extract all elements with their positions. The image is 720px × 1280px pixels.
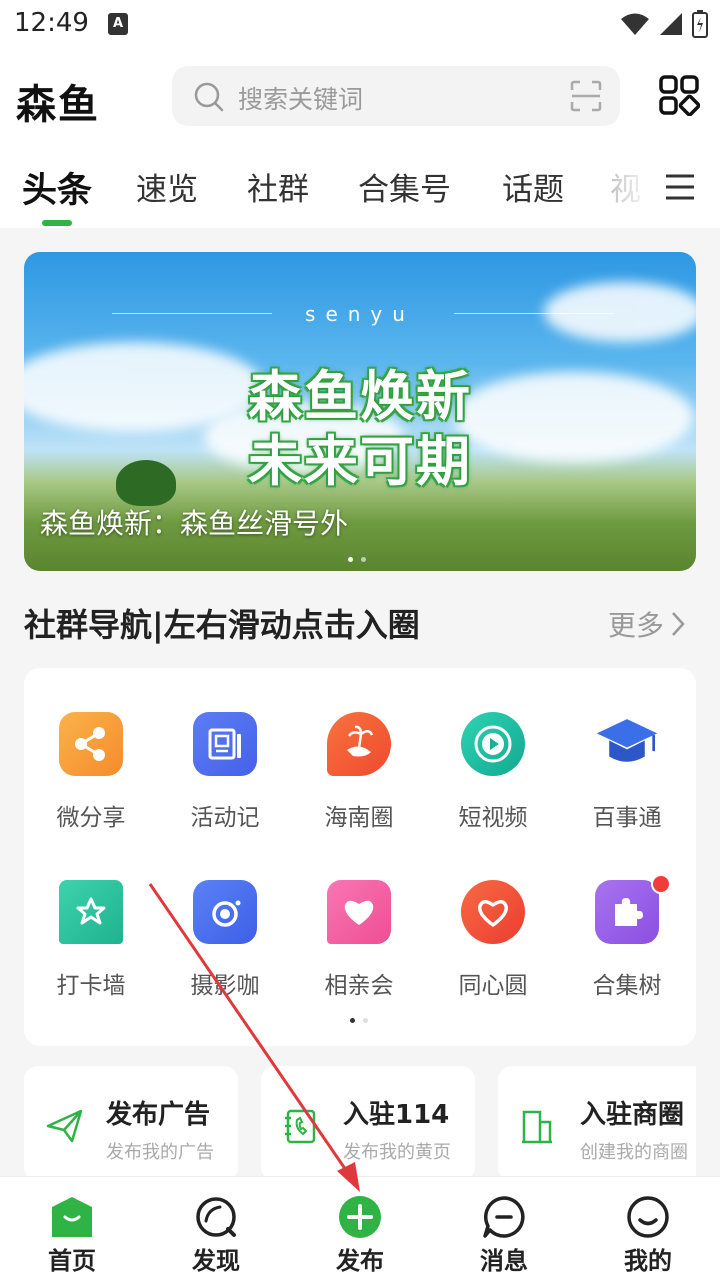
service-card-publish-ad[interactable]: 发布广告 发布我的广告: [24, 1066, 238, 1181]
community-grid: 微分享 活动记 海南圈 短视频 百事通 打卡墙 摄影咖 相亲会 同心圆 合集树: [24, 668, 696, 1046]
nav-profile[interactable]: 我的: [576, 1177, 720, 1280]
status-time: 12:49: [14, 8, 89, 38]
phone-book-icon: [285, 1109, 316, 1144]
pagination-dot: [350, 1018, 355, 1023]
nav-publish[interactable]: 发布: [288, 1177, 432, 1280]
community-label: 微分享: [56, 805, 126, 831]
community-item-checkin[interactable]: 打卡墙: [26, 880, 156, 1000]
tab-topics[interactable]: 话题: [502, 164, 564, 209]
nav-home[interactable]: 首页: [0, 1177, 144, 1280]
notification-dot: [651, 874, 671, 894]
star-bookmark-icon: [59, 880, 123, 944]
community-label: 海南圈: [324, 805, 394, 831]
more-link[interactable]: 更多: [608, 604, 686, 644]
banner-brand: senyu: [305, 302, 415, 326]
tab-quick-view[interactable]: 速览: [136, 164, 198, 209]
community-item-concentric[interactable]: 同心圆: [428, 880, 558, 1000]
search-bar[interactable]: 搜索关键词: [172, 66, 620, 126]
publish-plus-icon: [339, 1196, 381, 1238]
home-icon: [52, 1197, 92, 1237]
tab-community[interactable]: 社群: [247, 164, 309, 209]
banner-caption: 森鱼焕新：森鱼丝滑号外: [40, 507, 349, 540]
heart-circle-icon: [461, 880, 525, 944]
nav-label: 消息: [480, 1247, 528, 1275]
banner-pagination: [348, 557, 366, 562]
status-bar: 12:49 A: [0, 0, 720, 50]
app-header: 森鱼 搜索关键词: [0, 50, 720, 150]
community-label: 相亲会: [324, 973, 394, 999]
pagination-dot: [361, 557, 366, 562]
service-title: 发布广告: [106, 1100, 211, 1130]
community-item-photography[interactable]: 摄影咖: [160, 880, 290, 1000]
community-label: 百事通: [592, 805, 662, 831]
play-icon: [461, 712, 525, 776]
app-logo: 森鱼: [16, 82, 100, 128]
notebook-icon: [193, 712, 257, 776]
community-item-share[interactable]: 微分享: [26, 712, 156, 832]
chevron-right-icon: [672, 612, 685, 636]
tab-fade: [605, 150, 665, 228]
service-subtitle: 发布我的广告: [106, 1142, 214, 1163]
nav-label: 首页: [48, 1247, 96, 1275]
wifi-icon: [621, 13, 649, 35]
service-card-join-business[interactable]: 入驻商圈 创建我的商圈: [498, 1066, 696, 1181]
menu-icon[interactable]: [664, 172, 696, 202]
community-label: 活动记: [190, 805, 260, 831]
tree-illustration: [116, 460, 176, 506]
community-label: 摄影咖: [190, 973, 260, 999]
status-indicators: [620, 10, 708, 38]
service-subtitle: 创建我的商圈: [580, 1142, 688, 1163]
hero-banner[interactable]: senyu 森鱼焕新 未来可期 森鱼焕新：森鱼丝滑号外: [24, 252, 696, 571]
nav-discover[interactable]: 发现: [144, 1177, 288, 1280]
tab-headline[interactable]: 头条: [22, 162, 92, 213]
nav-label: 发现: [192, 1247, 240, 1275]
battery-icon: [692, 10, 708, 38]
camera-icon: [193, 880, 257, 944]
building-icon: [522, 1110, 552, 1144]
share-icon: [59, 712, 123, 776]
service-title: 入驻商圈: [580, 1100, 685, 1130]
tab-collection[interactable]: 合集号: [358, 164, 451, 209]
nav-label: 我的: [624, 1247, 672, 1275]
search-placeholder: 搜索关键词: [238, 85, 364, 114]
section-title: 社群导航|左右滑动点击入圈: [24, 606, 420, 644]
discover-icon: [196, 1197, 236, 1237]
puzzle-icon: [595, 874, 671, 944]
community-label: 同心圆: [458, 973, 528, 999]
service-title: 入驻114: [343, 1100, 450, 1130]
service-card-join-114[interactable]: 入驻114 发布我的黄页: [261, 1066, 475, 1181]
message-icon: [483, 1196, 525, 1238]
category-tabs: 头条 速览 社群 合集号 话题 视: [0, 150, 720, 228]
pagination-dot: [363, 1018, 368, 1023]
bottom-navigation: 首页 发现 发布 消息 我的: [0, 1176, 720, 1280]
signal-icon: [660, 13, 682, 35]
profile-icon: [627, 1196, 669, 1238]
heart-chat-icon: [327, 880, 391, 944]
notification-icon: A: [108, 13, 128, 35]
community-item-short-video[interactable]: 短视频: [428, 712, 558, 832]
community-item-dating[interactable]: 相亲会: [294, 880, 424, 1000]
community-label: 打卡墙: [56, 973, 126, 999]
graduation-cap-icon: [595, 712, 659, 776]
community-label: 短视频: [458, 805, 528, 831]
community-item-know-all[interactable]: 百事通: [562, 712, 692, 832]
apps-grid-icon[interactable]: [658, 74, 700, 116]
community-item-collection-tree[interactable]: 合集树: [562, 874, 692, 1000]
scan-icon[interactable]: [570, 80, 602, 112]
community-label: 合集树: [592, 973, 662, 999]
island-icon: [327, 712, 391, 776]
service-subtitle: 发布我的黄页: [343, 1142, 451, 1163]
grid-pagination: [350, 1018, 368, 1023]
active-tab-indicator: [42, 220, 72, 226]
paper-plane-icon: [46, 1109, 83, 1143]
community-item-events[interactable]: 活动记: [160, 712, 290, 832]
pagination-dot: [348, 557, 353, 562]
search-icon: [194, 82, 224, 112]
more-label: 更多: [608, 609, 665, 642]
nav-label: 发布: [336, 1247, 384, 1275]
nav-messages[interactable]: 消息: [432, 1177, 576, 1280]
community-item-hainan[interactable]: 海南圈: [294, 712, 424, 832]
